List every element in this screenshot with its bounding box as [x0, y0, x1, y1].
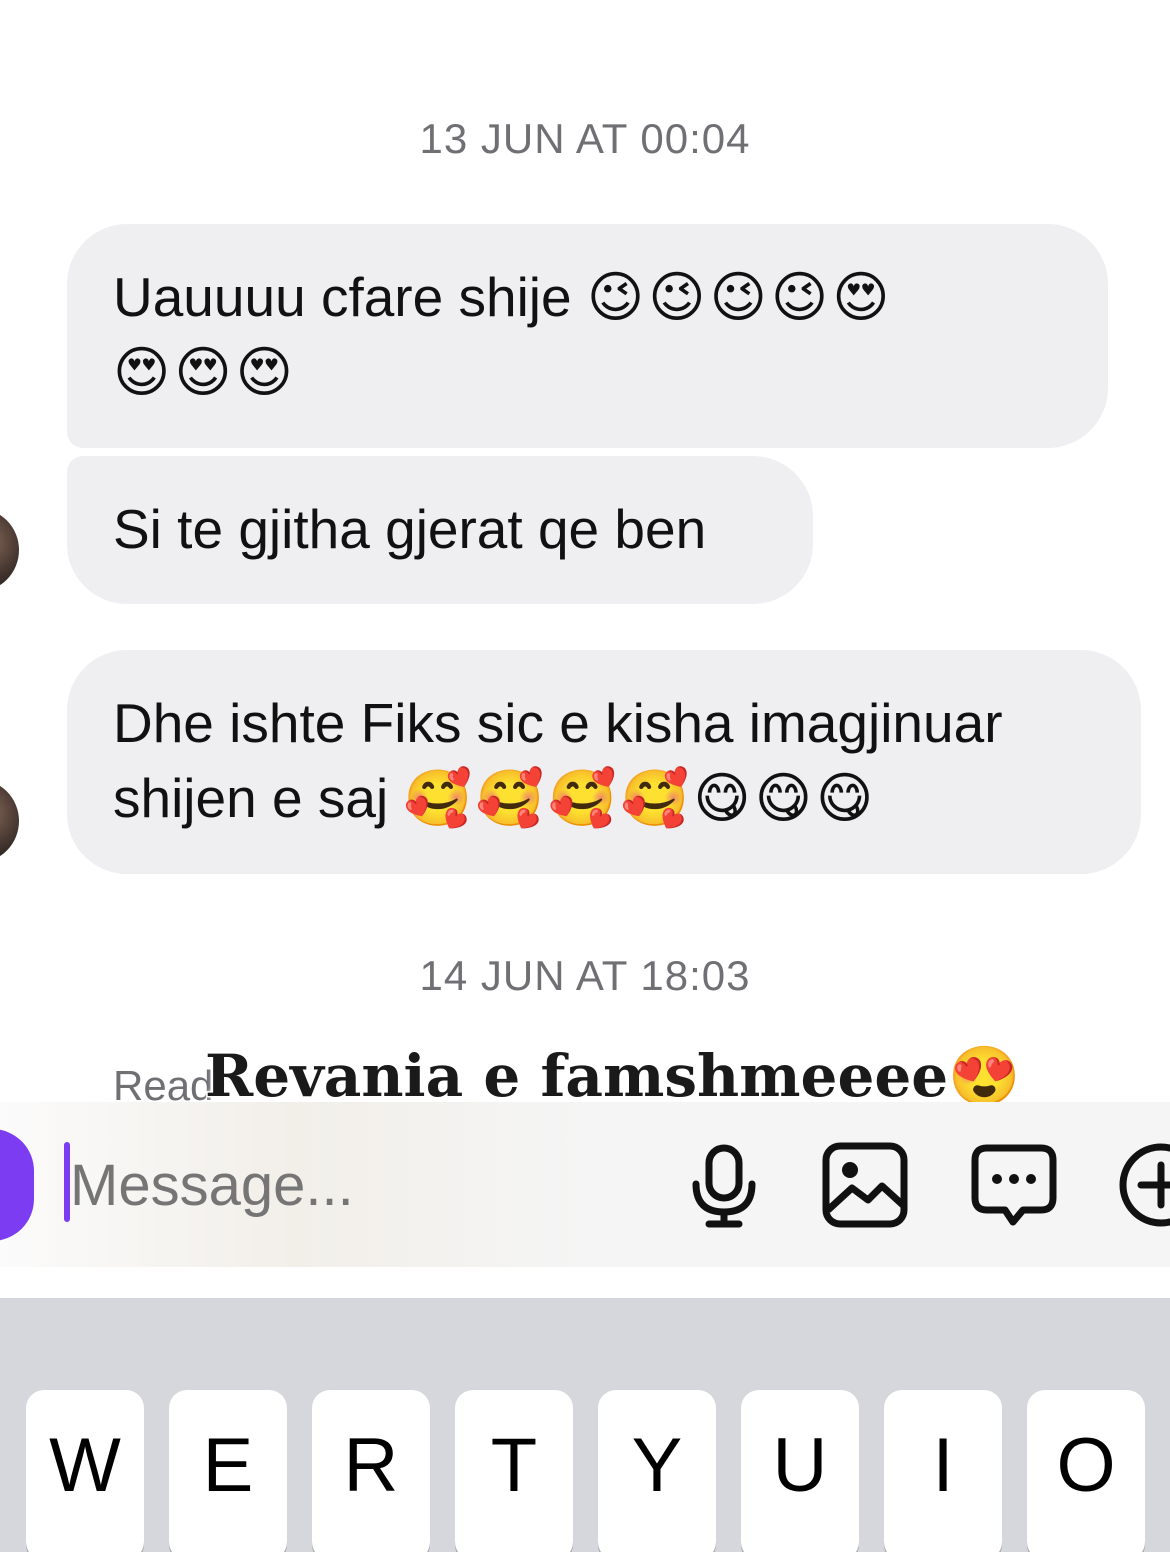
wink-emoji-row: 😉😉😉😉😍	[586, 265, 894, 329]
key-r[interactable]: R	[312, 1390, 430, 1552]
key-e[interactable]: E	[169, 1390, 287, 1552]
message-bubble[interactable]: Uauuuu cfare shije 😉😉😉😉😍 😍😍😍	[67, 224, 1108, 448]
key-y[interactable]: Y	[598, 1390, 716, 1552]
message-bubble[interactable]: Dhe ishte Fiks sic e kisha imagjinuar sh…	[67, 650, 1141, 874]
camera-button[interactable]	[0, 1129, 34, 1241]
microphone-icon[interactable]	[679, 1140, 769, 1230]
key-u[interactable]: U	[741, 1390, 859, 1552]
keyboard: W E R T Y U I O	[0, 1298, 1170, 1552]
message-composer	[0, 1102, 1170, 1267]
emoji-row: 🥰🥰🥰🥰😋😋😋	[403, 766, 878, 830]
message-text: shijen e saj	[113, 767, 389, 829]
overlay-caption: Revania e famshmeeee😍	[203, 1041, 1021, 1112]
heart-eyes-emoji-row: 😍😍😍	[113, 340, 298, 404]
gallery-icon[interactable]	[820, 1140, 910, 1230]
message-text-line: Uauuuu cfare shije 😉😉😉😉😍	[113, 260, 1108, 335]
plus-icon[interactable]	[1116, 1140, 1170, 1230]
key-w[interactable]: W	[26, 1390, 144, 1552]
chat-screen: 13 JUN AT 00:04 Uauuuu cfare shije 😉😉😉😉😍…	[0, 0, 1170, 1552]
sticker-chat-icon[interactable]	[969, 1140, 1059, 1230]
key-o[interactable]: O	[1027, 1390, 1145, 1552]
avatar[interactable]	[0, 505, 22, 595]
message-text: Uauuuu cfare shije	[113, 266, 572, 328]
date-separator: 14 JUN AT 18:03	[419, 952, 751, 999]
message-input[interactable]	[68, 1144, 632, 1226]
date-separator: 13 JUN AT 00:04	[419, 115, 751, 162]
key-t[interactable]: T	[455, 1390, 573, 1552]
message-text-line: shijen e saj 🥰🥰🥰🥰😋😋😋	[113, 761, 1141, 836]
avatar[interactable]	[0, 776, 22, 866]
message-bubble[interactable]: Si te gjitha gjerat qe ben	[67, 456, 813, 604]
message-text: Si te gjitha gjerat qe ben	[113, 498, 707, 560]
message-text: Dhe ishte Fiks sic e kisha imagjinuar	[113, 692, 1003, 754]
key-i[interactable]: I	[884, 1390, 1002, 1552]
